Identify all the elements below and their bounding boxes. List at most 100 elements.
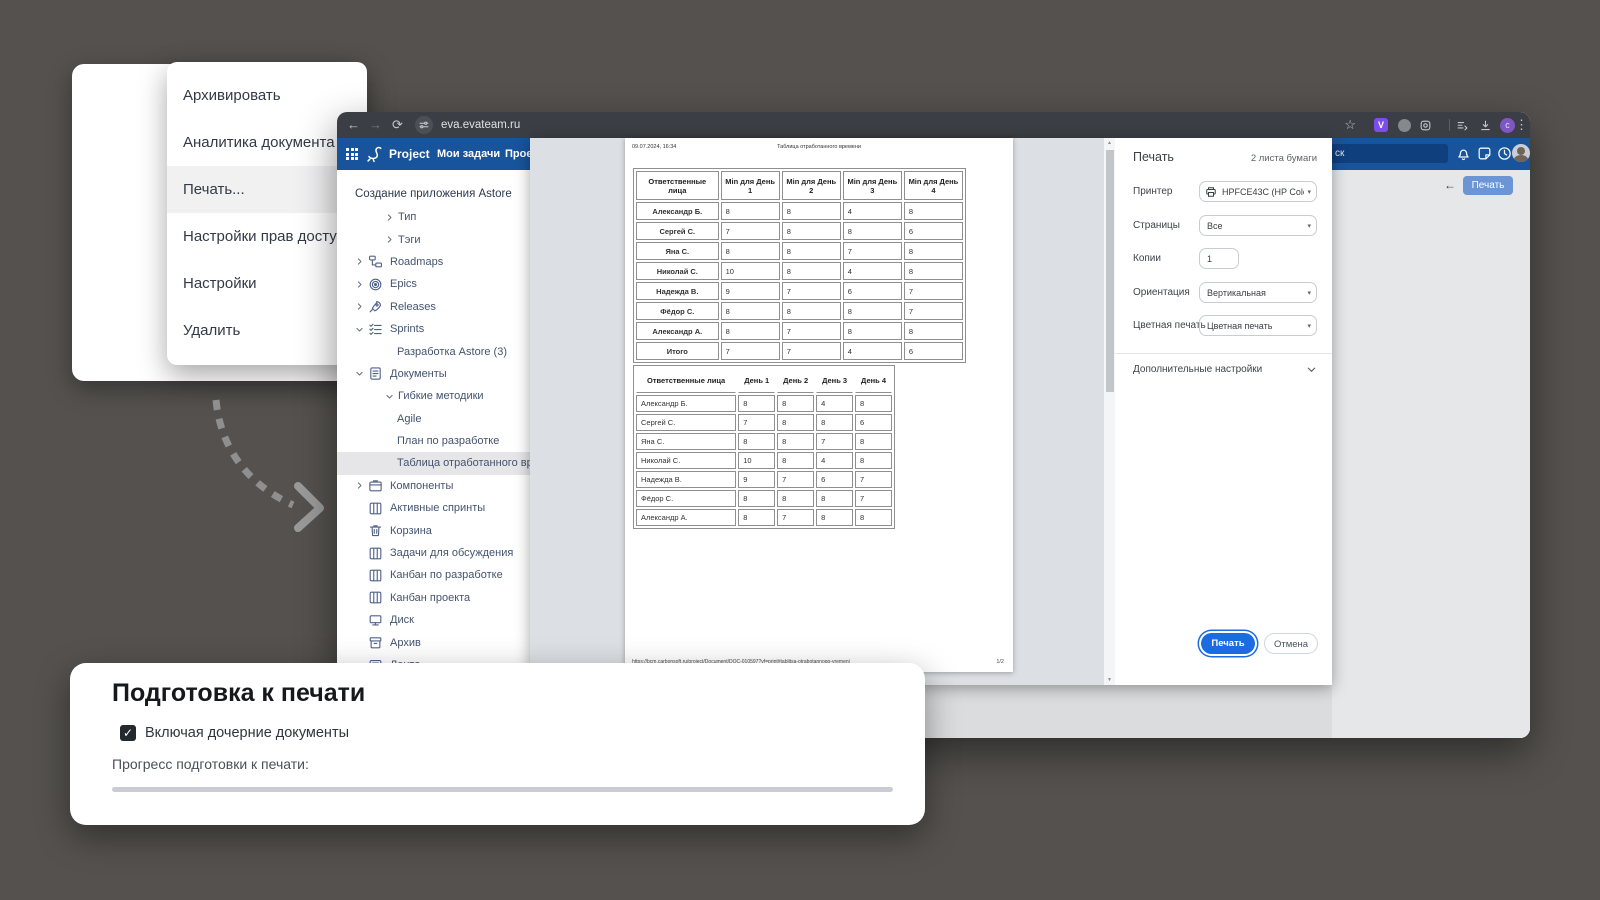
project-title[interactable]: Создание приложения Astore — [337, 182, 530, 206]
sidebar-item[interactable]: Тип — [337, 206, 530, 228]
doc-icon — [368, 366, 383, 381]
person-cell: Надежда В. — [636, 282, 719, 300]
copies-input[interactable]: 1 — [1199, 248, 1239, 269]
user-avatar[interactable] — [1512, 144, 1530, 162]
value-cell: 7 — [777, 509, 814, 526]
print-setting-row: Ориентация Вертикальная▾ — [1115, 282, 1332, 316]
history-icon[interactable] — [1496, 145, 1513, 162]
value-cell: 7 — [855, 471, 892, 488]
sidebar-item[interactable]: Документы — [337, 363, 530, 385]
value-cell: 8 — [721, 202, 780, 220]
browser-menu-icon[interactable]: ⋮ — [1515, 112, 1528, 138]
sidebar-item[interactable]: Активные спринты — [337, 497, 530, 519]
dimmed-page-right: ← Печать — [1332, 170, 1530, 738]
value-cell: 7 — [782, 342, 841, 360]
scroll-down-icon[interactable]: ▼ — [1104, 677, 1115, 683]
sidebar-item-label: Активные спринты — [390, 502, 485, 514]
nav-my-tasks[interactable]: Мои задачи — [437, 138, 500, 170]
sidebar-item[interactable]: Компоненты — [337, 475, 530, 497]
value-cell: 6 — [843, 282, 902, 300]
extension-v-icon[interactable]: V — [1374, 118, 1388, 132]
sidebar-item[interactable]: Корзина — [337, 519, 530, 541]
value-cell: 8 — [738, 395, 775, 412]
table-row: Александр Б.8848 — [636, 395, 892, 412]
progress-label: Прогресс подготовки к печати: — [112, 756, 309, 772]
board-icon — [368, 590, 383, 605]
принтер-select[interactable]: HPFCE43C (HP Color La▾ — [1199, 181, 1317, 202]
scroll-up-icon[interactable]: ▲ — [1104, 140, 1115, 146]
chevron-down-icon[interactable] — [1306, 364, 1317, 375]
страницы-select[interactable]: Все▾ — [1199, 215, 1317, 236]
search-input[interactable]: ск — [1330, 144, 1448, 163]
page-print-button[interactable]: Печать — [1463, 176, 1513, 195]
sidebar-item[interactable]: Гибкие методики — [337, 385, 530, 407]
value-cell: 9 — [721, 282, 780, 300]
browser-reload-icon[interactable]: ⟳ — [392, 112, 403, 138]
profile-avatar[interactable]: c — [1500, 118, 1515, 133]
release-icon — [368, 299, 383, 314]
roadmap-icon — [368, 254, 383, 269]
sidebar-item[interactable]: Разработка Astore (3) — [337, 340, 530, 362]
bookmark-star-icon[interactable]: ☆ — [1344, 112, 1356, 138]
sidebar-item[interactable]: Roadmaps — [337, 251, 530, 273]
table-row: Сергей С.7886 — [636, 222, 963, 240]
notes-icon[interactable] — [1476, 145, 1493, 162]
value-cell: 8 — [843, 302, 902, 320]
bell-icon[interactable] — [1455, 145, 1472, 162]
value-cell: 8 — [721, 302, 780, 320]
print-setting-row: СтраницыВсе▾ — [1115, 215, 1332, 249]
value-cell: 6 — [816, 471, 853, 488]
preview-scrollbar[interactable]: ▲ ▼ — [1104, 138, 1115, 685]
sidebar-item[interactable]: Архив — [337, 631, 530, 653]
sidebar-item[interactable]: Таблица отработанного времен — [337, 452, 530, 474]
disk-icon — [368, 613, 383, 628]
apps-grid-icon[interactable] — [346, 148, 358, 160]
setting-label: Ориентация — [1133, 282, 1190, 304]
sidebar-item[interactable]: План по разработке — [337, 430, 530, 452]
value-cell: 9 — [738, 471, 775, 488]
sidebar-item[interactable]: Releases — [337, 296, 530, 318]
worked-time-table-1: Ответственные лицаMin для День 1Min для … — [633, 168, 966, 363]
board-icon — [368, 546, 383, 561]
progress-bar — [112, 787, 893, 792]
product-name[interactable]: Project — [389, 138, 430, 170]
scrollbar-thumb[interactable] — [1106, 150, 1114, 392]
print-setting-row: Копии1 — [1115, 248, 1332, 282]
trash-icon — [368, 523, 383, 538]
ориентация-select[interactable]: Вертикальная▾ — [1199, 282, 1317, 303]
print-confirm-button[interactable]: Печать — [1201, 633, 1255, 654]
include-children-checkbox[interactable]: ✓ — [120, 725, 136, 741]
sidebar-item[interactable]: Sprints — [337, 318, 530, 340]
value-cell: 6 — [855, 414, 892, 431]
download-icon[interactable] — [1479, 119, 1492, 132]
more-settings-label[interactable]: Дополнительные настройки — [1133, 364, 1262, 375]
print-setting-row: ПринтерHPFCE43C (HP Color La▾ — [1115, 181, 1332, 215]
site-settings-icon[interactable] — [415, 116, 433, 134]
browser-back-icon[interactable]: ← — [347, 112, 360, 138]
labs-icon[interactable] — [1419, 119, 1432, 132]
value-cell: 4 — [816, 395, 853, 412]
sidebar-item[interactable]: Задачи для обсуждения — [337, 542, 530, 564]
sidebar-item[interactable]: Epics — [337, 273, 530, 295]
table-row: Фёдор С.8887 — [636, 490, 892, 507]
browser-window: ← → ⟳ eva.evateam.ru ☆ V c ⋮ Project Мои… — [337, 112, 1530, 738]
sidebar-item[interactable]: Тэги — [337, 228, 530, 250]
sidebar-item[interactable]: Канбан проекта — [337, 587, 530, 609]
sprint-icon — [368, 322, 383, 337]
value-cell: 10 — [738, 452, 775, 469]
browser-forward-icon[interactable]: → — [369, 112, 382, 138]
value-cell: 8 — [721, 322, 780, 340]
sidebar-item[interactable]: Канбан по разработке — [337, 564, 530, 586]
value-cell: 4 — [843, 342, 902, 360]
url-field[interactable]: eva.evateam.ru — [441, 112, 520, 138]
sidebar-item[interactable]: Agile — [337, 408, 530, 430]
цветная печать-select[interactable]: Цветная печать▾ — [1199, 315, 1317, 336]
sidebar-item[interactable]: Диск — [337, 609, 530, 631]
table-header-cell: День 1 — [738, 368, 775, 393]
page-back-icon[interactable]: ← — [1444, 178, 1456, 192]
print-cancel-button[interactable]: Отмена — [1264, 633, 1318, 654]
prepare-dialog-title: Подготовка к печати — [112, 679, 365, 708]
extension-dot-icon[interactable] — [1398, 119, 1411, 132]
organize-tabs-icon[interactable] — [1456, 119, 1469, 132]
value-cell: 7 — [904, 302, 963, 320]
